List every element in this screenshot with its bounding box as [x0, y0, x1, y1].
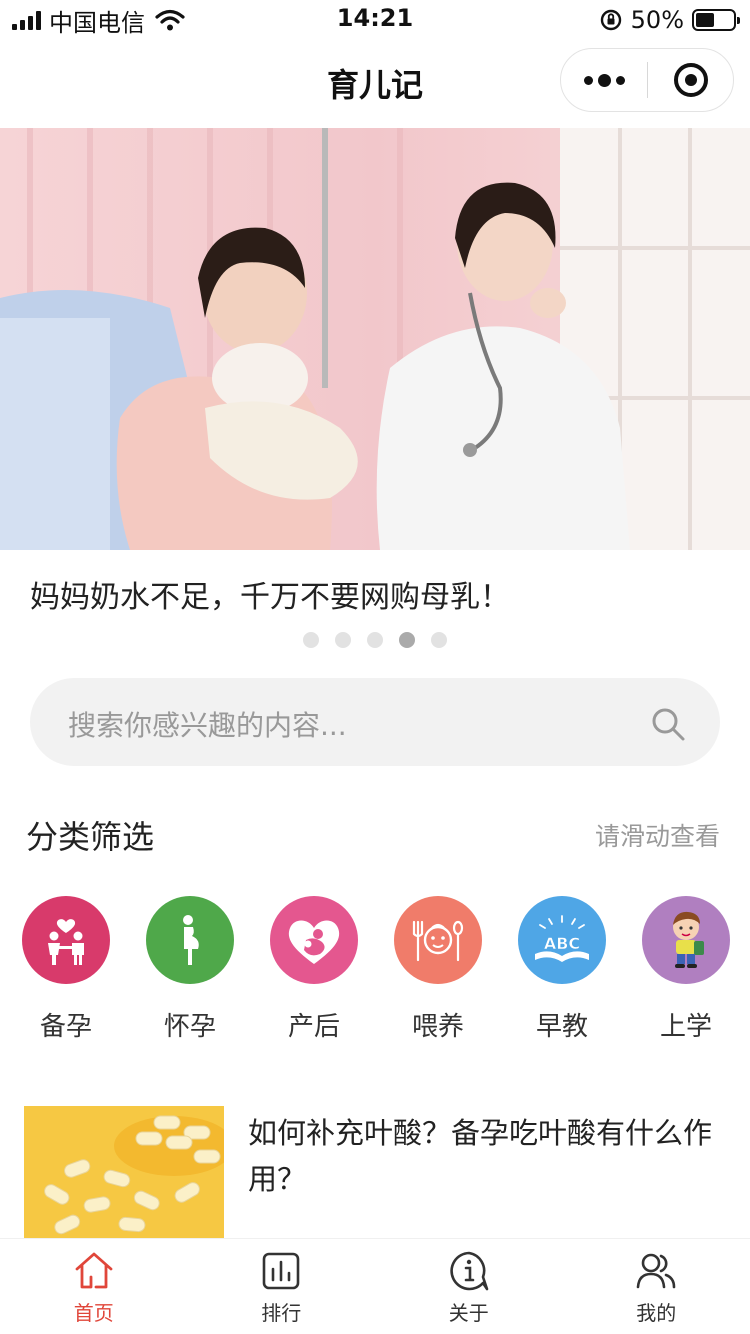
svg-text:ABC: ABC: [544, 934, 580, 953]
category-label: 早教: [535, 1012, 588, 1042]
couple-heart-icon: [22, 896, 110, 984]
article-title[interactable]: 如何补充叶酸？备孕吃叶酸有什么作用？: [248, 1110, 724, 1202]
tab-home[interactable]: 首页: [0, 1239, 188, 1334]
tab-label: 关于: [448, 1301, 489, 1325]
abc-book-icon: ABC: [518, 896, 606, 984]
schoolboy-icon: [642, 896, 730, 984]
search-icon[interactable]: [650, 706, 686, 742]
miniprogram-capsule: [560, 48, 734, 112]
banner-caption[interactable]: 妈妈奶水不足，千万不要网购母乳！: [30, 572, 510, 616]
search-bar[interactable]: 搜索你感兴趣的内容...: [30, 678, 720, 766]
tab-label: 首页: [73, 1301, 114, 1325]
navigation-bar: 育儿记: [0, 40, 750, 126]
mother-baby-heart-icon: [270, 896, 358, 984]
carousel-dot[interactable]: [367, 632, 383, 648]
carousel-indicator: [0, 632, 750, 648]
folic-acid-pills-image: [24, 1106, 224, 1238]
banner-image: [0, 128, 750, 550]
article-card[interactable]: 如何补充叶酸？备孕吃叶酸有什么作用？: [24, 1106, 724, 1238]
tab-about[interactable]: 关于: [375, 1239, 563, 1334]
users-icon: [636, 1253, 676, 1289]
category-item-weiyang[interactable]: 喂养: [376, 896, 500, 1043]
category-list[interactable]: 备孕 怀孕 产后 喂养 ABC 早教 上学: [0, 896, 750, 1046]
ranking-chart-icon: [262, 1252, 300, 1290]
baby-food-icon: [394, 896, 482, 984]
swipe-hint: 请滑动查看: [594, 822, 720, 851]
rotation-lock-icon: [600, 9, 621, 31]
status-bar: 中国电信 14:21 50%: [0, 0, 750, 40]
category-label: 产后: [287, 1012, 340, 1042]
carousel-dot[interactable]: [399, 632, 415, 648]
category-item-chanhou[interactable]: 产后: [252, 896, 376, 1043]
close-miniprogram-button[interactable]: [648, 49, 733, 111]
more-icon[interactable]: [561, 49, 647, 111]
carousel-dot[interactable]: [335, 632, 351, 648]
category-label: 喂养: [411, 1012, 464, 1042]
tab-ranking[interactable]: 排行: [188, 1239, 376, 1334]
carousel-dot[interactable]: [303, 632, 319, 648]
category-item-zaojiao[interactable]: ABC 早教: [500, 896, 624, 1043]
article-thumbnail[interactable]: [24, 1106, 224, 1238]
battery-icon: [692, 9, 740, 31]
home-icon: [75, 1252, 113, 1289]
tab-label: 排行: [261, 1301, 302, 1325]
info-bubble-icon: [450, 1251, 489, 1291]
banner-carousel[interactable]: [0, 128, 750, 550]
target-icon: [673, 63, 708, 97]
search-input[interactable]: 搜索你感兴趣的内容...: [68, 704, 347, 744]
category-item-huaiyun[interactable]: 怀孕: [128, 896, 252, 1043]
tab-bar: 首页 排行 关于 我的: [0, 1238, 750, 1334]
tab-label: 我的: [636, 1301, 677, 1325]
category-section-title: 分类筛选: [26, 818, 155, 856]
category-item-beiyun[interactable]: 备孕: [4, 896, 128, 1043]
category-item-shangxue[interactable]: 上学: [624, 896, 748, 1043]
category-label: 备孕: [39, 1012, 92, 1042]
battery-percent: 50%: [630, 6, 684, 34]
pregnant-woman-icon: [146, 896, 234, 984]
battery-level: [696, 13, 714, 27]
category-label: 上学: [659, 1012, 712, 1042]
category-label: 怀孕: [163, 1012, 216, 1042]
tab-mine[interactable]: 我的: [563, 1239, 750, 1334]
carousel-dot[interactable]: [431, 632, 447, 648]
